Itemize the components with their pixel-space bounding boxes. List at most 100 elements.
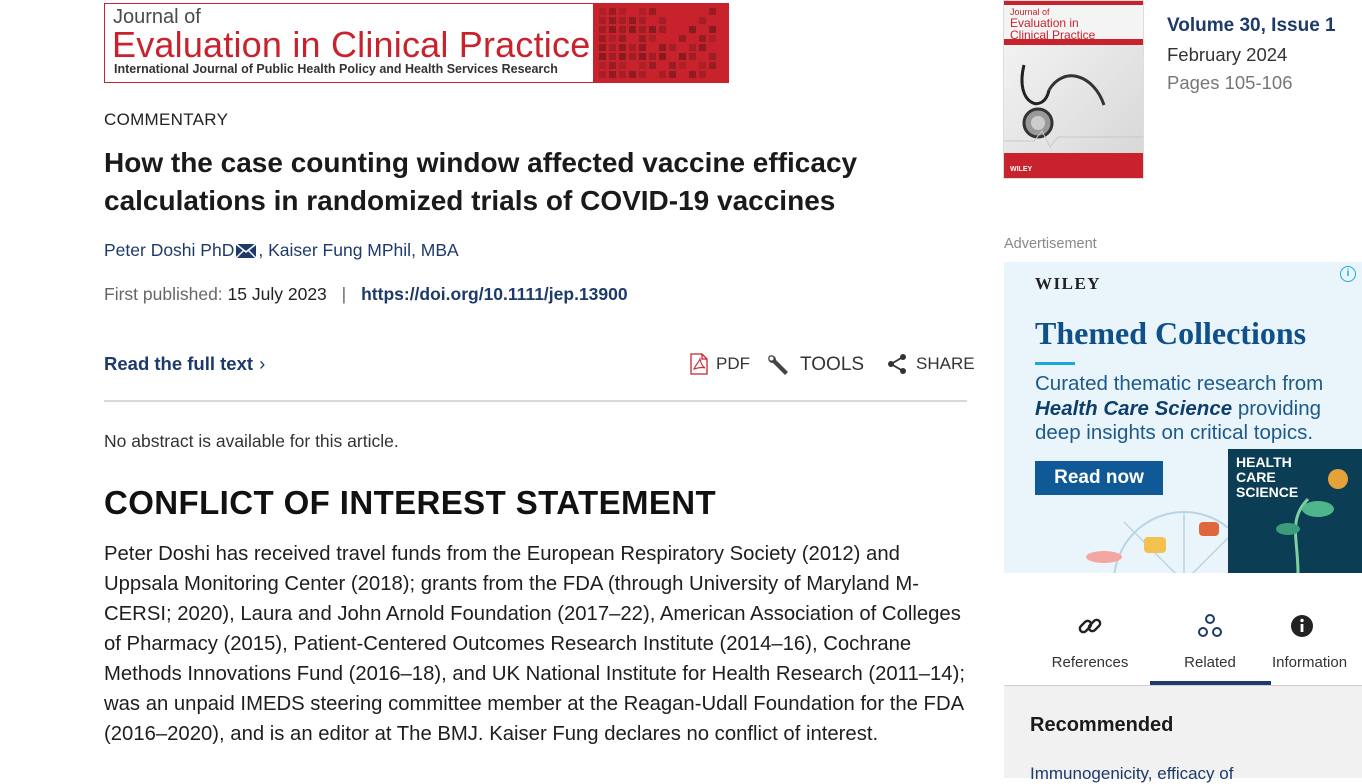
banner-pattern: [593, 4, 728, 82]
info-icon: [1291, 615, 1313, 637]
banner-pattern-square: [659, 53, 666, 60]
banner-pattern-square: [699, 44, 706, 51]
abstract-note: No abstract is available for this articl…: [104, 431, 399, 451]
share-label: SHARE: [916, 354, 975, 373]
wrench-icon: [768, 355, 788, 375]
issue-cover[interactable]: Journal of Evaluation in Clinical Practi…: [1003, 0, 1144, 179]
banner-pattern-square: [619, 17, 626, 24]
author-separator: ,: [258, 240, 264, 260]
author-link[interactable]: Peter Doshi PhD: [104, 240, 234, 260]
pdf-label: PDF: [716, 354, 750, 373]
tools-button[interactable]: TOOLS: [766, 353, 864, 377]
article-type: COMMENTARY: [104, 110, 229, 129]
banner-pattern-square: [709, 35, 716, 42]
banner-pattern-square: [659, 17, 666, 24]
banner-pattern-square: [639, 71, 646, 78]
tab-related-label: Related: [1184, 654, 1236, 671]
ad-read-now-button[interactable]: Read now: [1035, 461, 1163, 495]
advertisement-label: Advertisement: [1004, 236, 1097, 252]
tab-information[interactable]: Information: [1272, 604, 1362, 671]
cover-journal-line-2: Evaluation in Clinical Practice: [1010, 16, 1096, 42]
journal-banner[interactable]: Journal of Evaluation in Clinical Practi…: [104, 3, 729, 83]
conflict-heading: CONFLICT OF INTEREST STATEMENT: [104, 484, 717, 521]
section-divider: [104, 400, 967, 402]
banner-pattern-square: [639, 53, 646, 60]
tab-related[interactable]: Related: [1150, 604, 1270, 671]
banner-pattern-square: [619, 35, 626, 42]
banner-pattern-square: [609, 71, 616, 78]
banner-pattern-square: [669, 44, 676, 51]
banner-pattern-square: [689, 44, 696, 51]
banner-pattern-square: [689, 26, 696, 33]
link-icon: [1078, 618, 1102, 634]
banner-pattern-square: [699, 35, 706, 42]
banner-pattern-square: [619, 62, 626, 69]
cover-footer: WILEY: [1004, 153, 1143, 178]
banner-pattern-square: [629, 44, 636, 51]
banner-pattern-square: [649, 62, 656, 69]
author-list: Peter Doshi PhD, Kaiser Fung MPhil, MBA: [104, 240, 459, 261]
related-icon: [1198, 614, 1222, 637]
ad-info-icon[interactable]: i: [1340, 266, 1356, 282]
first-published-label: First published:: [104, 284, 223, 304]
banner-pattern-square: [709, 53, 716, 60]
banner-pattern-square: [609, 44, 616, 51]
banner-pattern-square: [619, 26, 626, 33]
banner-pattern-square: [599, 62, 606, 69]
recommended-item-link[interactable]: Immunogenicity, efficacy of: [1030, 764, 1233, 784]
banner-pattern-square: [629, 71, 636, 78]
share-icon: [888, 354, 906, 374]
banner-pattern-square: [669, 71, 676, 78]
share-button[interactable]: SHARE: [886, 353, 975, 375]
banner-pattern-square: [639, 26, 646, 33]
banner-pattern-square: [599, 8, 606, 15]
banner-pattern-square: [679, 62, 686, 69]
banner-pattern-square: [639, 17, 646, 24]
tab-references[interactable]: References: [1030, 604, 1150, 671]
banner-pattern-square: [669, 62, 676, 69]
banner-pattern-square: [599, 35, 606, 42]
banner-pattern-square: [689, 53, 696, 60]
banner-pattern-square: [639, 44, 646, 51]
pub-separator: |: [341, 284, 347, 304]
banner-pattern-square: [639, 8, 646, 15]
banner-pattern-square: [699, 62, 706, 69]
pdf-icon: [690, 353, 708, 375]
advertisement-banner[interactable]: i WILEY Themed Collections Curated thema…: [1004, 262, 1362, 573]
banner-pattern-square: [659, 26, 666, 33]
banner-pattern-square: [679, 53, 686, 60]
banner-pattern-square: [679, 35, 686, 42]
volume-issue-link[interactable]: Volume 30, Issue 1: [1167, 15, 1336, 37]
banner-pattern-square: [659, 44, 666, 51]
banner-pattern-square: [599, 44, 606, 51]
first-published-date: 15 July 2023: [227, 284, 327, 304]
read-full-text-link[interactable]: Read the full text ›: [104, 353, 265, 375]
banner-pattern-square: [639, 62, 646, 69]
banner-pattern-square: [699, 17, 706, 24]
banner-pattern-square: [649, 8, 656, 15]
article-title: How the case counting window affected va…: [104, 147, 858, 216]
doi-link[interactable]: https://doi.org/10.1111/jep.13900: [361, 284, 628, 304]
email-icon[interactable]: [236, 244, 257, 258]
tools-label: TOOLS: [800, 354, 865, 375]
issue-pages: Pages 105-106: [1167, 72, 1293, 93]
pdf-button[interactable]: PDF: [690, 353, 750, 375]
banner-pattern-square: [619, 71, 626, 78]
banner-pattern-square: [599, 71, 606, 78]
publication-info: First published: 15 July 2023 | https://…: [104, 284, 628, 305]
banner-pattern-square: [639, 35, 646, 42]
side-tabs: References Related Information: [1004, 604, 1362, 686]
recommended-heading: Recommended: [1030, 714, 1174, 736]
banner-pattern-square: [609, 53, 616, 60]
banner-pattern-square: [609, 8, 616, 15]
banner-pattern-square: [609, 17, 616, 24]
banner-pattern-square: [629, 53, 636, 60]
ad-headline: Themed Collections: [1035, 315, 1307, 351]
author-link[interactable]: Kaiser Fung MPhil, MBA: [268, 240, 459, 260]
conflict-body: Peter Doshi has received travel funds fr…: [104, 543, 965, 745]
banner-pattern-square: [659, 71, 666, 78]
banner-pattern-square: [609, 62, 616, 69]
ad-text-emphasis: Health Care Science: [1035, 396, 1233, 420]
cover-publisher: WILEY: [1010, 166, 1033, 173]
read-full-text-label: Read the full text: [104, 353, 254, 374]
